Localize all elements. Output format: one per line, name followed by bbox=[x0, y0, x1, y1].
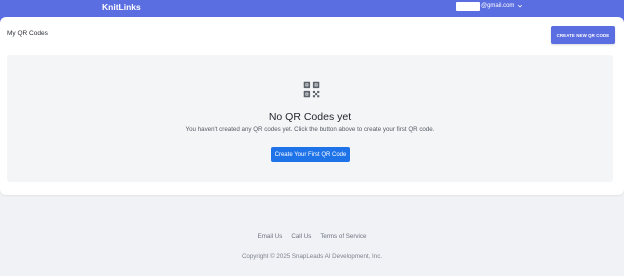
account-email-domain: @gmail.com bbox=[481, 2, 515, 9]
chevron-down-icon bbox=[518, 4, 523, 8]
qr-code-icon bbox=[303, 81, 320, 98]
create-first-qr-code-button[interactable]: Create Your First QR Code bbox=[271, 147, 350, 162]
qr-codes-card: My QR Codes CREATE NEW QR CODE No QR Cod… bbox=[0, 17, 624, 195]
footer-link-terms-of-service[interactable]: Terms of Service bbox=[320, 233, 366, 241]
account-menu[interactable]: @gmail.com bbox=[456, 1, 523, 11]
footer-link-email-us[interactable]: Email Us bbox=[258, 233, 283, 241]
brand-logo[interactable]: KnitLinks bbox=[102, 2, 141, 12]
empty-state-description: You haven't created any QR codes yet. Cl… bbox=[185, 126, 435, 133]
footer-copyright: Copyright © 2025 SnapLeads AI Developmen… bbox=[241, 253, 383, 260]
empty-state-title: No QR Codes yet bbox=[268, 111, 352, 123]
empty-state-panel: No QR Codes yet You haven't created any … bbox=[7, 55, 613, 182]
footer-links: Email Us Call Us Terms of Service bbox=[0, 233, 624, 241]
page-title: My QR Codes bbox=[7, 30, 48, 37]
create-new-qr-code-button[interactable]: CREATE NEW QR CODE bbox=[551, 26, 615, 44]
footer-link-call-us[interactable]: Call Us bbox=[291, 233, 311, 241]
redacted-email-username bbox=[456, 1, 480, 11]
